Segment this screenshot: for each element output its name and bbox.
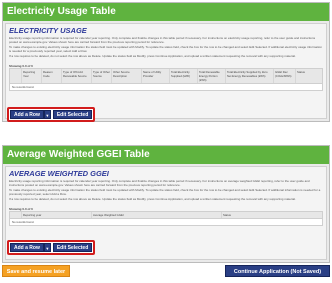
col-other-source-desc[interactable]: Other Source Description — [112, 69, 142, 83]
continue-application-button[interactable]: Continue Application (Not Saved) — [225, 265, 330, 277]
select-all-checkbox[interactable] — [10, 69, 22, 83]
no-records-message: No records found. — [12, 220, 35, 224]
chevron-down-icon[interactable]: ▼ — [43, 110, 51, 119]
chevron-down-icon[interactable]: ▼ — [43, 243, 51, 252]
electricity-usage-subtitle: ELECTRICITY USAGE — [9, 26, 87, 35]
add-row-button[interactable]: Add a Row — [10, 243, 44, 252]
electricity-usage-body: ELECTRICITY USAGE Electricity usage repo… — [5, 23, 327, 119]
grid-header-row: Reporting year Average Weighted GGEI Sta… — [10, 212, 322, 219]
add-row-button[interactable]: Add a Row — [10, 110, 44, 119]
select-all-checkbox[interactable] — [10, 212, 22, 218]
col-status[interactable]: Status — [296, 69, 322, 83]
edit-selected-button[interactable]: Edit Selected — [52, 243, 93, 252]
instructions-paragraph: If a row requires to be deleted, do not … — [9, 54, 296, 58]
col-off-grid-source[interactable]: Type of Off-Grid Renewable Source — [62, 69, 92, 83]
col-total-electricity[interactable]: Total Electricity Supplied (kWh) — [170, 69, 198, 83]
instructions-paragraph: To make changes to existing electricity … — [9, 45, 322, 53]
average-ggei-header: Average Weighted GGEI Table — [3, 146, 329, 164]
instructions-paragraph: Electricity usage reporting information … — [9, 36, 316, 44]
row-actions-group: Add a Row ▼ Edit Selected — [7, 240, 96, 255]
col-average-ggei[interactable]: Average Weighted GGEI — [92, 212, 222, 218]
grid-header-row: Reporting Year Reason Code Type of Off-G… — [10, 69, 322, 84]
col-status[interactable]: Status — [222, 212, 322, 218]
instructions-paragraph: Electricity usage reporting information … — [9, 179, 310, 187]
col-ggei-dec[interactable]: GGEI Dec (CO2e/MWh) — [274, 69, 296, 83]
col-reason-code[interactable]: Reason Code — [42, 69, 62, 83]
save-and-resume-button[interactable]: Save and resume later — [2, 265, 70, 277]
instructions-paragraph: If a row requires to be deleted, do not … — [9, 197, 296, 201]
average-ggei-grid: Reporting year Average Weighted GGEI Sta… — [9, 211, 323, 226]
no-records-message: No records found. — [12, 85, 35, 89]
edit-selected-button[interactable]: Edit Selected — [52, 110, 93, 119]
col-renewable-portion[interactable]: Total Renewable Energy Portion (kWh) — [198, 69, 226, 83]
row-actions-group: Add a Row ▼ Edit Selected — [7, 107, 96, 122]
col-zero-net-energy[interactable]: Total Electricity Supplied by Zero Net E… — [226, 69, 274, 83]
col-other-source-type[interactable]: Type of Other Source — [92, 69, 112, 83]
col-reporting-year[interactable]: Reporting Year — [22, 69, 42, 83]
col-reporting-year[interactable]: Reporting year — [22, 212, 92, 218]
instructions-paragraph: To make changes to existing electricity … — [9, 188, 321, 196]
electricity-usage-panel: Electricity Usage Table ELECTRICITY USAG… — [2, 2, 330, 122]
electricity-usage-grid: Reporting Year Reason Code Type of Off-G… — [9, 68, 323, 91]
average-ggei-panel: Average Weighted GGEI Table AVERAGE WEIG… — [2, 145, 330, 263]
electricity-usage-header: Electricity Usage Table — [3, 3, 329, 21]
col-utility-provider[interactable]: Name of Utility Provider — [142, 69, 170, 83]
average-ggei-subtitle: AVERAGE WEIGHTED GGEI — [9, 169, 109, 178]
